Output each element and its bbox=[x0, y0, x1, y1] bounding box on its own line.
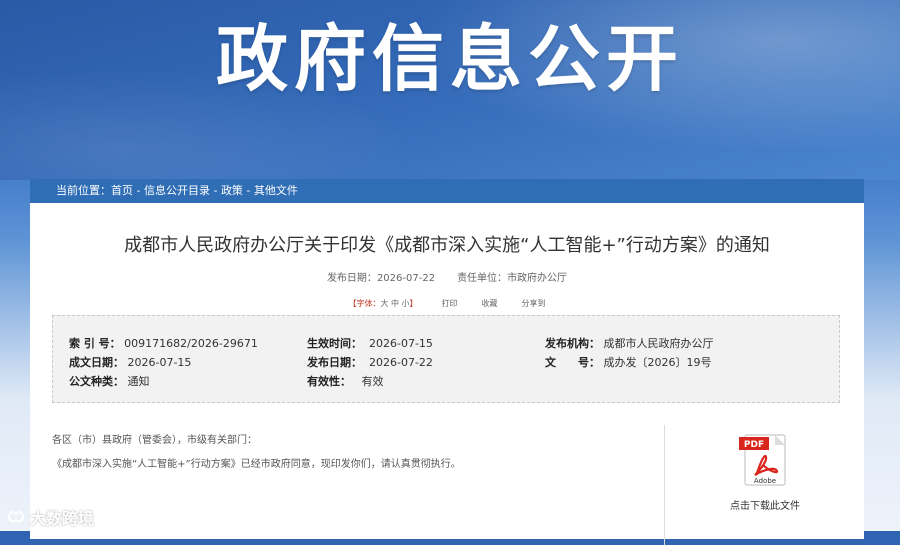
info-docno: 文 号： 成办发〔2026〕19号 bbox=[545, 354, 712, 370]
info-index: 索 引 号： 009171682/2026-29671 bbox=[69, 335, 258, 351]
published-label: 发布日期： bbox=[307, 356, 362, 369]
responsible-unit: 市政府办公厅 bbox=[507, 273, 568, 284]
pdf-file-icon[interactable]: PDF Adobe bbox=[735, 431, 795, 489]
breadcrumb-other-docs[interactable]: 其他文件 bbox=[254, 184, 298, 197]
breadcrumb-separator: - bbox=[242, 184, 254, 197]
docno-label: 文 号： bbox=[545, 356, 600, 369]
written-label: 成文日期： bbox=[69, 356, 124, 369]
index-label: 索 引 号： bbox=[69, 337, 121, 350]
docno-value: 成办发〔2026〕19号 bbox=[603, 356, 712, 369]
print-button[interactable]: 打印 bbox=[442, 299, 458, 308]
banner-title: 政府信息公开 bbox=[215, 17, 684, 101]
share-button[interactable]: 分享到 bbox=[522, 299, 546, 308]
pdf-download[interactable]: PDF Adobe 点击下载此文件 bbox=[720, 431, 810, 512]
favorite-button[interactable]: 收藏 bbox=[482, 299, 498, 308]
info-category: 公文种类： 通知 bbox=[69, 373, 150, 389]
breadcrumb-separator: - bbox=[133, 184, 144, 197]
body-paragraph-2: 《成都市深入实施“人工智能+”行动方案》已经市政府同意，现印发你们，请认真贯彻执… bbox=[52, 459, 461, 470]
info-effective: 生效时间： 2026-07-15 bbox=[307, 335, 433, 351]
index-value: 009171682/2026-29671 bbox=[124, 337, 258, 350]
download-caption[interactable]: 点击下载此文件 bbox=[720, 497, 810, 512]
font-medium-button[interactable]: 中 bbox=[391, 299, 399, 308]
issuer-label: 发布机构： bbox=[545, 337, 600, 350]
font-size-label: 【字体： bbox=[348, 299, 381, 308]
font-size-close: 】 bbox=[409, 299, 418, 308]
written-value: 2026-07-15 bbox=[127, 356, 192, 369]
content-panel: 当前位置：首页 - 信息公开目录 - 政策 - 其他文件 成都市人民政府办公厅关… bbox=[30, 179, 864, 545]
document-title: 成都市人民政府办公厅关于印发《成都市深入实施“人工智能+”行动方案》的通知 bbox=[124, 235, 770, 256]
body-paragraph-1: 各区（市）县政府（管委会），市级有关部门： bbox=[52, 435, 257, 446]
info-published: 发布日期： 2026-07-22 bbox=[307, 354, 433, 370]
info-issuer: 发布机构： 成都市人民政府办公厅 bbox=[545, 335, 714, 351]
watermark: 大数跨境 bbox=[6, 505, 94, 529]
font-large-button[interactable]: 大 bbox=[380, 299, 388, 308]
watermark-text: 大数跨境 bbox=[30, 509, 95, 528]
category-value: 通知 bbox=[127, 375, 150, 388]
adobe-label: Adobe bbox=[754, 477, 776, 485]
validity-value: 有效 bbox=[361, 375, 384, 388]
breadcrumb-prefix: 当前位置： bbox=[56, 184, 111, 197]
publish-date-label: 发布日期： bbox=[326, 273, 377, 284]
watermark-logo-icon bbox=[7, 510, 25, 523]
font-small-button[interactable]: 小 bbox=[402, 299, 410, 308]
breadcrumb-home[interactable]: 首页 bbox=[111, 184, 133, 197]
header-banner: 政府信息公开 bbox=[0, 0, 900, 180]
issuer-value: 成都市人民政府办公厅 bbox=[603, 337, 714, 350]
document-info-table: 索 引 号： 009171682/2026-29671 生效时间： 2026-0… bbox=[52, 315, 840, 403]
published-value: 2026-07-22 bbox=[369, 356, 433, 369]
pdf-badge-text: PDF bbox=[744, 440, 764, 450]
unit-label: 责任单位： bbox=[457, 273, 508, 284]
effective-label: 生效时间： bbox=[307, 337, 362, 350]
column-divider bbox=[664, 425, 665, 545]
breadcrumb-catalog[interactable]: 信息公开目录 bbox=[144, 184, 210, 197]
breadcrumb-policy[interactable]: 政策 bbox=[221, 184, 243, 197]
effective-value: 2026-07-15 bbox=[369, 337, 433, 350]
info-written: 成文日期： 2026-07-15 bbox=[69, 354, 191, 370]
info-validity: 有效性： 有效 bbox=[307, 373, 384, 389]
breadcrumb: 当前位置：首页 - 信息公开目录 - 政策 - 其他文件 bbox=[30, 179, 864, 203]
category-label: 公文种类： bbox=[69, 375, 124, 388]
publish-date: 2026-07-22 bbox=[376, 273, 436, 284]
document-tools: 【字体：大 中 小】 打印 收藏 分享到 bbox=[30, 298, 864, 309]
breadcrumb-separator: - bbox=[209, 184, 221, 197]
validity-label: 有效性： bbox=[307, 375, 351, 388]
document-meta: 发布日期：2026-07-22 责任单位：市政府办公厅 bbox=[30, 269, 864, 284]
